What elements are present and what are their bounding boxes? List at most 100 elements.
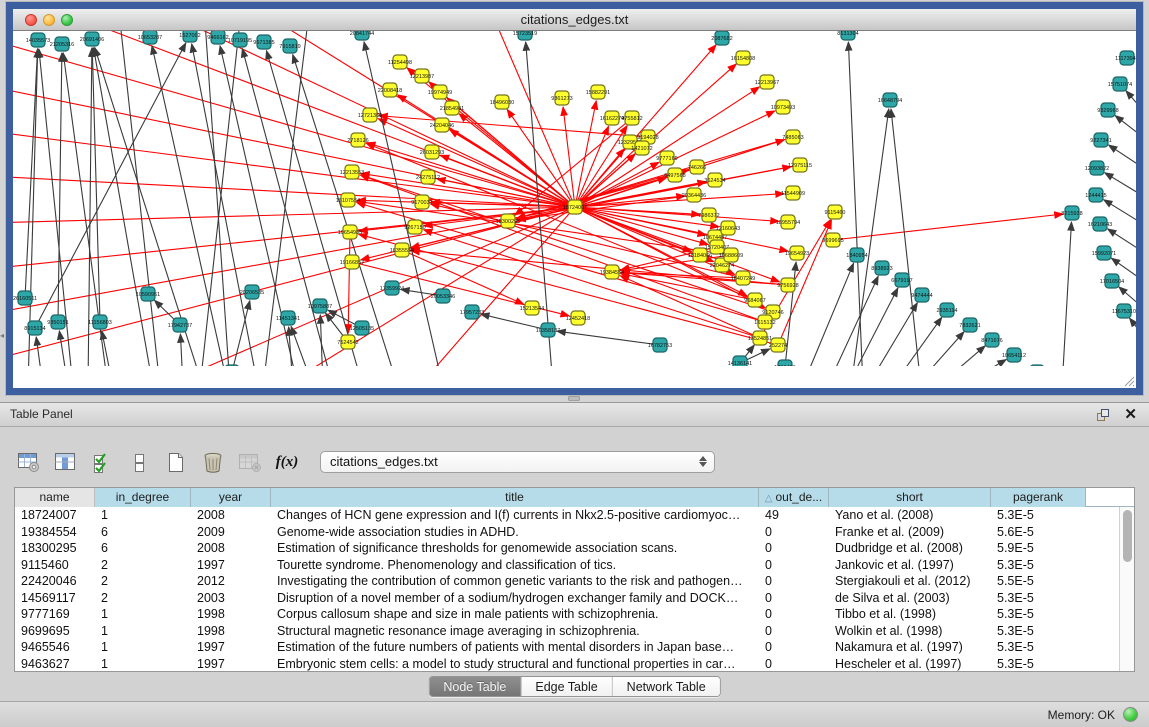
delete-columns-button[interactable] xyxy=(201,450,225,474)
table-cell[interactable]: Disruption of a novel member of a sodium… xyxy=(271,590,759,607)
table-cell[interactable]: 0 xyxy=(759,606,829,623)
table-cell[interactable]: 5.3E-5 xyxy=(991,590,1086,607)
table-cell[interactable]: 5.3E-5 xyxy=(991,639,1086,656)
table-cell[interactable]: 0 xyxy=(759,557,829,574)
graph-node[interactable] xyxy=(1030,365,1044,366)
table-cell[interactable]: 5.9E-5 xyxy=(991,540,1086,557)
graph-node[interactable] xyxy=(225,365,239,366)
table-row[interactable]: 946554611997Estimation of the future num… xyxy=(15,639,1119,656)
window-zoom-button[interactable] xyxy=(61,14,73,26)
table-cell[interactable]: 9463627 xyxy=(15,656,95,672)
table-cell[interactable]: Hescheler et al. (1997) xyxy=(829,656,991,672)
network-window-titlebar[interactable]: citations_edges.txt xyxy=(13,9,1136,31)
delete-table-button[interactable] xyxy=(238,450,262,474)
panel-collapse-arrow-icon[interactable]: ◂ xyxy=(0,331,4,340)
table-cell[interactable]: 5.6E-5 xyxy=(991,524,1086,541)
column-header-short[interactable]: short xyxy=(829,488,991,507)
table-cell[interactable]: Yano et al. (2008) xyxy=(829,507,991,524)
table-cell[interactable]: 1997 xyxy=(191,639,271,656)
table-cell[interactable]: 18300295 xyxy=(15,540,95,557)
table-cell[interactable]: 1 xyxy=(95,656,191,672)
column-header-title[interactable]: title xyxy=(271,488,759,507)
table-cell[interactable]: 2 xyxy=(95,590,191,607)
table-cell[interactable]: Corpus callosum shape and size in male p… xyxy=(271,606,759,623)
table-cell[interactable]: 1 xyxy=(95,507,191,524)
table-cell[interactable]: 0 xyxy=(759,639,829,656)
table-cell[interactable]: 5.3E-5 xyxy=(991,557,1086,574)
table-cell[interactable]: 2 xyxy=(95,557,191,574)
table-cell[interactable]: 1 xyxy=(95,606,191,623)
tab-network-table[interactable]: Network Table xyxy=(613,677,720,696)
table-cell[interactable]: 2009 xyxy=(191,524,271,541)
table-row[interactable]: 977716911998Corpus callosum shape and si… xyxy=(15,606,1119,623)
table-row[interactable]: 1830029562008Estimation of significance … xyxy=(15,540,1119,557)
float-panel-icon[interactable] xyxy=(1095,407,1111,428)
table-cell[interactable]: 1998 xyxy=(191,606,271,623)
table-cell[interactable]: 2008 xyxy=(191,540,271,557)
table-cell[interactable]: 2012 xyxy=(191,573,271,590)
tab-node-table[interactable]: Node Table xyxy=(429,677,521,696)
table-cell[interactable]: 0 xyxy=(759,540,829,557)
table-row[interactable]: 911546021997Tourette syndrome. Phenomeno… xyxy=(15,557,1119,574)
table-cell[interactable]: 2003 xyxy=(191,590,271,607)
table-cell[interactable]: Stergiakouli et al. (2012) xyxy=(829,573,991,590)
column-header-year[interactable]: year xyxy=(191,488,271,507)
show-columns-button[interactable] xyxy=(53,450,77,474)
table-cell[interactable]: Dudbridge et al. (2008) xyxy=(829,540,991,557)
new-column-button[interactable] xyxy=(164,450,188,474)
citation-network-graph[interactable]: 1403557321205316206914061065328715270029… xyxy=(13,31,1136,366)
table-cell[interactable]: Tourette syndrome. Phenomenology and cla… xyxy=(271,557,759,574)
table-cell[interactable]: 1998 xyxy=(191,623,271,640)
table-cell[interactable]: Franke et al. (2009) xyxy=(829,524,991,541)
table-cell[interactable]: 5.3E-5 xyxy=(991,507,1086,524)
table-cell[interactable]: Changes of HCN gene expression and I(f) … xyxy=(271,507,759,524)
table-cell[interactable]: 2008 xyxy=(191,507,271,524)
table-cell[interactable]: Wolkin et al. (1998) xyxy=(829,623,991,640)
table-cell[interactable]: 9699695 xyxy=(15,623,95,640)
table-cell[interactable]: 1 xyxy=(95,623,191,640)
window-close-button[interactable] xyxy=(25,14,37,26)
table-cell[interactable]: Tibbo et al. (1998) xyxy=(829,606,991,623)
table-cell[interactable]: Jankovic et al. (1997) xyxy=(829,557,991,574)
close-panel-icon[interactable]: ✕ xyxy=(1124,405,1137,423)
table-cell[interactable]: 5.3E-5 xyxy=(991,623,1086,640)
table-mode-button[interactable] xyxy=(16,450,40,474)
table-cell[interactable]: Genome-wide association studies in ADHD. xyxy=(271,524,759,541)
network-canvas[interactable]: 1403557321205316206914061065328715270029… xyxy=(13,31,1136,388)
table-panel-titlebar[interactable]: Table Panel ✕ xyxy=(0,403,1149,427)
table-cell[interactable]: 0 xyxy=(759,590,829,607)
table-cell[interactable]: 9115460 xyxy=(15,557,95,574)
table-cell[interactable]: 1 xyxy=(95,639,191,656)
table-row[interactable]: 1872400712008Changes of HCN gene express… xyxy=(15,507,1119,524)
table-cell[interactable]: Estimation of the future numbers of pati… xyxy=(271,639,759,656)
table-cell[interactable]: 6 xyxy=(95,540,191,557)
table-cell[interactable]: Estimation of significance thresholds fo… xyxy=(271,540,759,557)
clear-selection-button[interactable] xyxy=(127,450,151,474)
table-cell[interactable]: 0 xyxy=(759,524,829,541)
table-cell[interactable]: 5.5E-5 xyxy=(991,573,1086,590)
table-cell[interactable]: 9465546 xyxy=(15,639,95,656)
table-cell[interactable]: 1997 xyxy=(191,557,271,574)
column-header-outde[interactable]: △out_de... xyxy=(759,488,829,507)
table-row[interactable]: 2242004622012Investigating the contribut… xyxy=(15,573,1119,590)
table-source-dropdown[interactable]: citations_edges.txt xyxy=(320,451,715,473)
function-builder-button[interactable]: f(x) xyxy=(275,450,299,474)
table-cell[interactable]: 1997 xyxy=(191,656,271,672)
table-cell[interactable]: 18724007 xyxy=(15,507,95,524)
table-cell[interactable]: 0 xyxy=(759,656,829,672)
column-header-pagerank[interactable]: pagerank xyxy=(991,488,1086,507)
table-cell[interactable]: Nakamura et al. (1997) xyxy=(829,639,991,656)
table-cell[interactable]: 2 xyxy=(95,573,191,590)
memory-status-indicator[interactable] xyxy=(1123,707,1138,722)
table-row[interactable]: 946362711997Embryonic stem cells: a mode… xyxy=(15,656,1119,672)
table-cell[interactable]: Investigating the contribution of common… xyxy=(271,573,759,590)
table-cell[interactable]: 49 xyxy=(759,507,829,524)
table-cell[interactable]: 6 xyxy=(95,524,191,541)
resize-grip-icon[interactable] xyxy=(1122,374,1135,387)
table-cell[interactable]: 5.3E-5 xyxy=(991,606,1086,623)
table-scrollbar[interactable] xyxy=(1119,507,1134,671)
column-header-name[interactable]: name xyxy=(15,488,95,507)
table-cell[interactable]: 0 xyxy=(759,573,829,590)
table-cell[interactable]: 19384554 xyxy=(15,524,95,541)
table-cell[interactable]: 9777169 xyxy=(15,606,95,623)
